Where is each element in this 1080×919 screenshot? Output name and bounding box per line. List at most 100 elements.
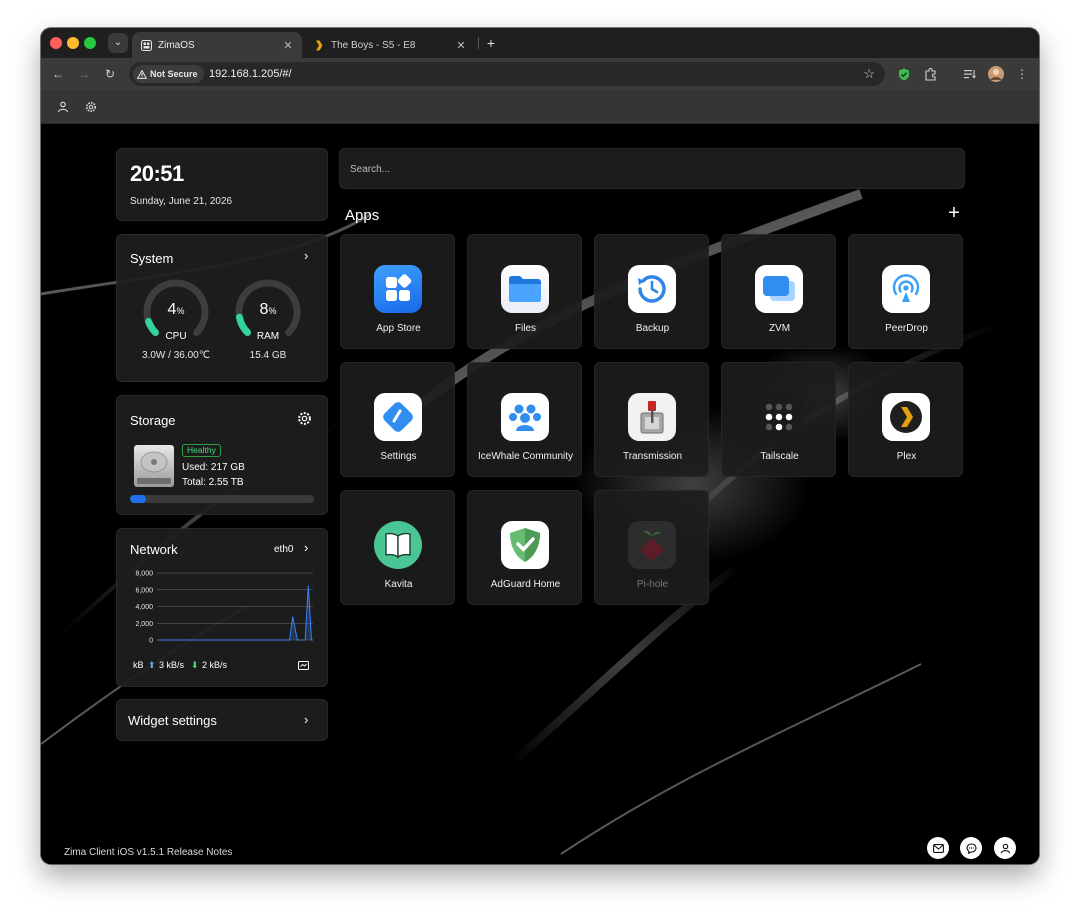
storage-progress-bar: [130, 495, 314, 503]
chart-y-tick-label: 2,000: [135, 621, 153, 628]
ram-size: 15.4 GB: [249, 350, 287, 361]
url-text[interactable]: 192.168.1.205/#/: [209, 62, 292, 86]
system-title: System: [130, 251, 174, 266]
plex-icon: [882, 393, 930, 441]
mail-icon: [932, 843, 944, 853]
storage-title: Storage: [130, 413, 176, 428]
app-tile-peerdrop[interactable]: PeerDrop: [848, 234, 963, 349]
add-app-button[interactable]: +: [945, 202, 963, 224]
bookmark-star-icon[interactable]: ☆: [863, 65, 875, 83]
tab-close-icon[interactable]: ✕: [453, 39, 469, 52]
security-label: Not Secure: [150, 69, 198, 79]
settings-app-icon: [374, 393, 422, 441]
peerdrop-icon: [882, 265, 930, 313]
network-chevron-right-icon[interactable]: ›: [304, 540, 308, 555]
network-traffic-chart: 8,000 6,000 4,000 2,000 0: [135, 571, 313, 645]
app-toolbar: [41, 90, 1039, 124]
cpu-value: 4%: [167, 301, 185, 318]
chart-y-tick-label: 6,000: [135, 587, 153, 594]
app-tile-tailscale[interactable]: Tailscale: [721, 362, 836, 477]
cpu-power-temp: 3.0W / 36.00℃: [142, 350, 210, 361]
search-input[interactable]: [350, 149, 950, 190]
shield-extension-icon[interactable]: [895, 65, 913, 83]
transmission-icon: [628, 393, 676, 441]
chart-y-tick-label: 4,000: [135, 604, 153, 611]
tab-close-icon[interactable]: ✕: [280, 39, 296, 52]
browser-window: ⌄ ZimaOS ✕ The Boys - S5 - E8 ✕ + ← → ↻ …: [41, 28, 1039, 864]
address-bar[interactable]: Not Secure 192.168.1.205/#/ ☆: [129, 62, 885, 86]
reading-list-icon[interactable]: [961, 65, 979, 83]
app-tile-zvm[interactable]: ZVM: [721, 234, 836, 349]
app-label: Settings: [380, 451, 417, 462]
download-arrow-icon: ⬇: [191, 660, 199, 670]
upload-rate: 3 kB/s: [159, 660, 185, 670]
new-tab-button[interactable]: +: [483, 34, 499, 52]
app-tile-files[interactable]: Files: [467, 234, 582, 349]
kavita-icon: [374, 521, 422, 569]
app-label: Tailscale: [760, 451, 799, 462]
mail-button[interactable]: [927, 837, 949, 859]
app-tile-backup[interactable]: Backup: [594, 234, 709, 349]
app-label: Plex: [896, 451, 917, 462]
tab-search-chevron-icon[interactable]: ⌄: [108, 33, 128, 53]
zima-icon: [140, 39, 152, 51]
ram-label: RAM: [256, 331, 280, 342]
tab-title: ZimaOS: [158, 39, 195, 51]
storage-used: Used: 217 GB: [182, 462, 245, 473]
chat-button[interactable]: [960, 837, 982, 859]
clock-date: Sunday, June 21, 2026: [130, 196, 233, 207]
chat-bubble-icon: [965, 842, 977, 854]
storage-progress-fill: [130, 495, 146, 503]
clock-time: 20:51: [130, 161, 184, 186]
user-icon[interactable]: [56, 100, 70, 114]
backup-icon: [628, 265, 676, 313]
network-interface[interactable]: eth0: [274, 544, 293, 555]
forward-arrow-icon[interactable]: →: [75, 65, 93, 83]
search-bar: [339, 148, 965, 190]
app-tile-adguard-home[interactable]: AdGuard Home: [467, 490, 582, 605]
app-tile-plex[interactable]: Plex: [848, 362, 963, 477]
widget-settings-chevron-right-icon: ›: [304, 712, 309, 727]
extensions-puzzle-icon[interactable]: [921, 65, 939, 83]
back-arrow-icon[interactable]: ←: [49, 65, 67, 83]
widget-settings-button[interactable]: Widget settings ›: [116, 699, 328, 741]
tailscale-icon: [755, 393, 803, 441]
app-tile-transmission[interactable]: Transmission: [594, 362, 709, 477]
app-label: Kavita: [384, 579, 413, 590]
app-label: IceWhale Community: [477, 451, 574, 462]
icewhale-community-icon: [501, 393, 549, 441]
close-window-button[interactable]: [50, 37, 62, 49]
cpu-label: CPU: [165, 331, 187, 342]
chart-toggle-icon[interactable]: [298, 661, 309, 670]
browser-toolbar: ← → ↻ Not Secure 192.168.1.205/#/ ☆ ⋮: [41, 58, 1039, 90]
browser-menu-icon[interactable]: ⋮: [1013, 65, 1031, 83]
security-chip[interactable]: Not Secure: [133, 65, 204, 83]
upload-arrow-icon: ⬆: [148, 660, 156, 670]
tab-zimaos[interactable]: ZimaOS ✕: [132, 32, 302, 58]
release-notes-link[interactable]: Zima Client iOS v1.5.1 Release Notes: [64, 847, 232, 858]
pi-hole-icon: [628, 521, 676, 569]
maximize-window-button[interactable]: [84, 37, 96, 49]
hard-drive-icon: [134, 445, 174, 487]
chart-series-line: [157, 585, 313, 641]
minimize-window-button[interactable]: [67, 37, 79, 49]
system-chevron-right-icon[interactable]: ›: [304, 248, 308, 263]
app-label: ZVM: [768, 323, 791, 334]
chart-y-tick-label: 0: [149, 638, 153, 645]
app-label: PeerDrop: [885, 323, 928, 334]
settings-gear-icon[interactable]: [84, 100, 98, 114]
account-button[interactable]: [994, 837, 1016, 859]
reload-icon[interactable]: ↻: [101, 65, 119, 83]
clock-widget: 20:51 Sunday, June 21, 2026: [116, 148, 328, 221]
app-tile-icewhale-community[interactable]: IceWhale Community: [467, 362, 582, 477]
network-widget: Network eth0 › 8,000 6,000 4,000 2,000 0 kB …: [116, 528, 328, 687]
app-tile-app-store[interactable]: App Store: [340, 234, 455, 349]
storage-status-badge: Healthy: [182, 444, 221, 457]
app-tile-settings[interactable]: Settings: [340, 362, 455, 477]
tab-the-boys[interactable]: The Boys - S5 - E8 ✕: [305, 32, 475, 58]
app-tile-pi-hole[interactable]: Pi-hole: [594, 490, 709, 605]
app-tile-kavita[interactable]: Kavita: [340, 490, 455, 605]
storage-settings-gear-icon[interactable]: [297, 411, 312, 429]
profile-avatar-icon[interactable]: [987, 65, 1005, 83]
app-label: Pi-hole: [636, 579, 669, 590]
